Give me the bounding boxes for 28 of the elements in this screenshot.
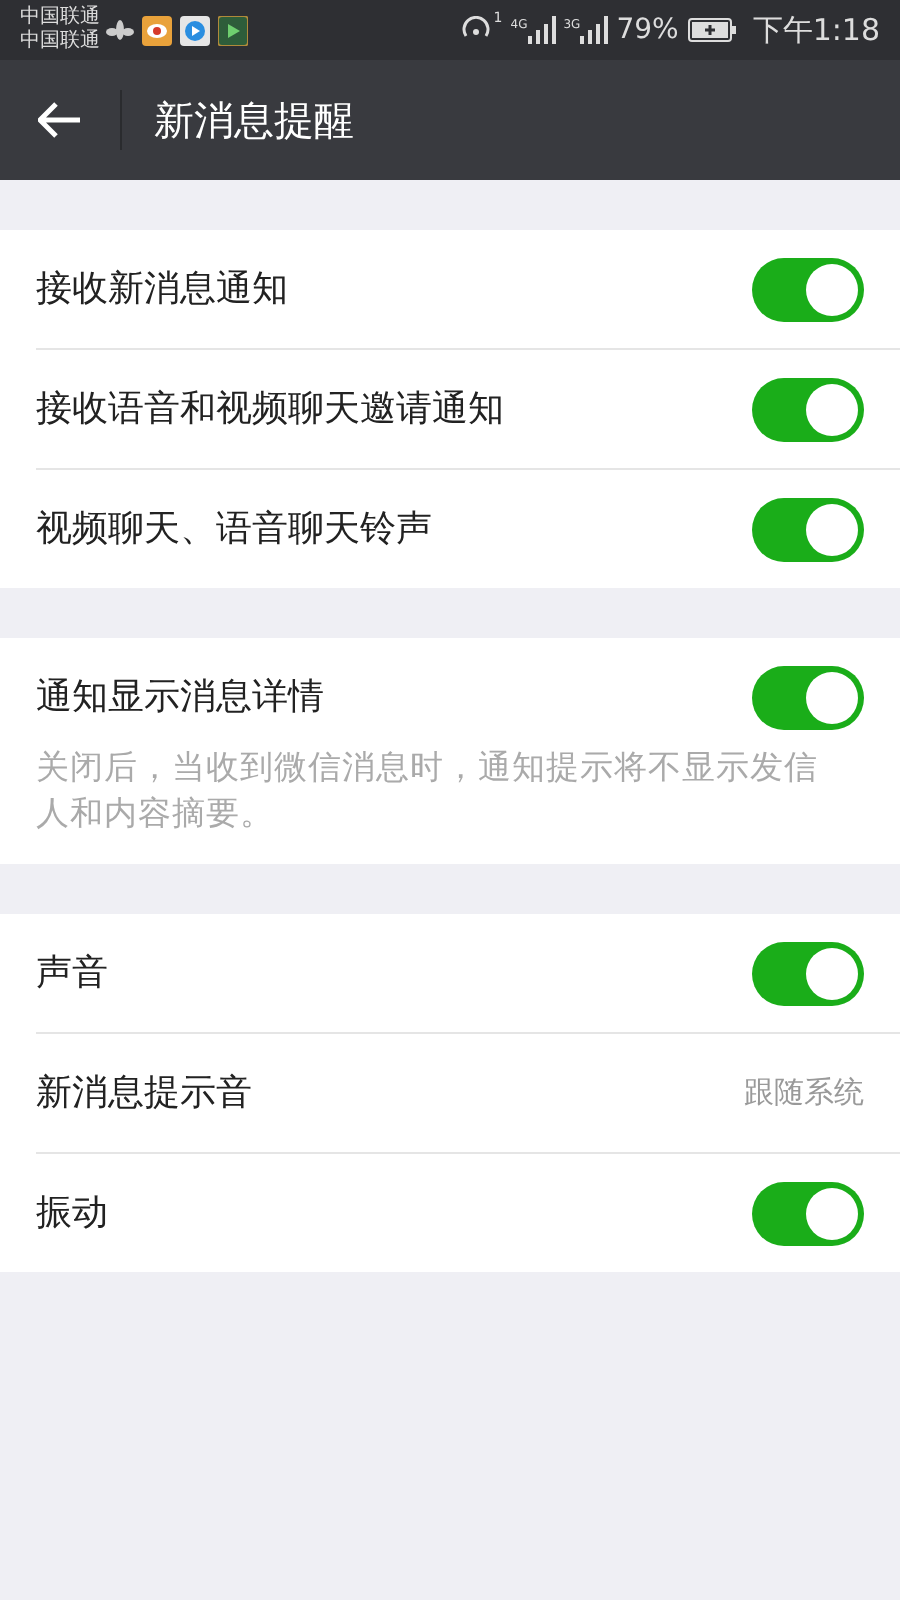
toggle-switch[interactable] [752, 941, 864, 1005]
carrier-name: 中国联通 [20, 30, 100, 54]
flower-logo-icon [106, 20, 134, 40]
setting-label: 振动 [36, 1190, 108, 1238]
battery-percent: 79% [616, 11, 679, 49]
setting-label: 通知显示消息详情 [36, 674, 324, 722]
toggle-switch[interactable] [752, 257, 864, 321]
back-arrow-icon [38, 102, 82, 138]
signal-icon [580, 16, 609, 44]
page-title: 新消息提醒 [154, 94, 354, 148]
setting-value[interactable]: 跟随系统 [744, 1070, 864, 1116]
setting-label: 声音 [36, 950, 108, 998]
setting-label: 新消息提示音 [36, 1070, 252, 1118]
setting-label: 接收新消息通知 [36, 266, 288, 314]
toggle-switch[interactable] [752, 665, 864, 729]
setting-label: 接收语音和视频聊天邀请通知 [36, 386, 504, 434]
play-app-icon [180, 15, 210, 45]
toggle-switch[interactable] [752, 497, 864, 561]
battery-charging-icon [688, 18, 737, 42]
signal-icon [527, 16, 556, 44]
toggle-switch[interactable] [752, 377, 864, 441]
clock-time: 下午1:18 [752, 9, 880, 52]
carrier-name: 中国联通 [20, 6, 100, 29]
setting-label: 视频聊天、语音聊天铃声 [36, 506, 432, 554]
play-app-icon [218, 15, 248, 45]
toggle-switch[interactable] [752, 1181, 864, 1245]
eye-app-icon [142, 15, 172, 45]
setting-description: 关闭后，当收到微信消息时，通知提示将不显示发信人和内容摘要。 [36, 746, 820, 836]
